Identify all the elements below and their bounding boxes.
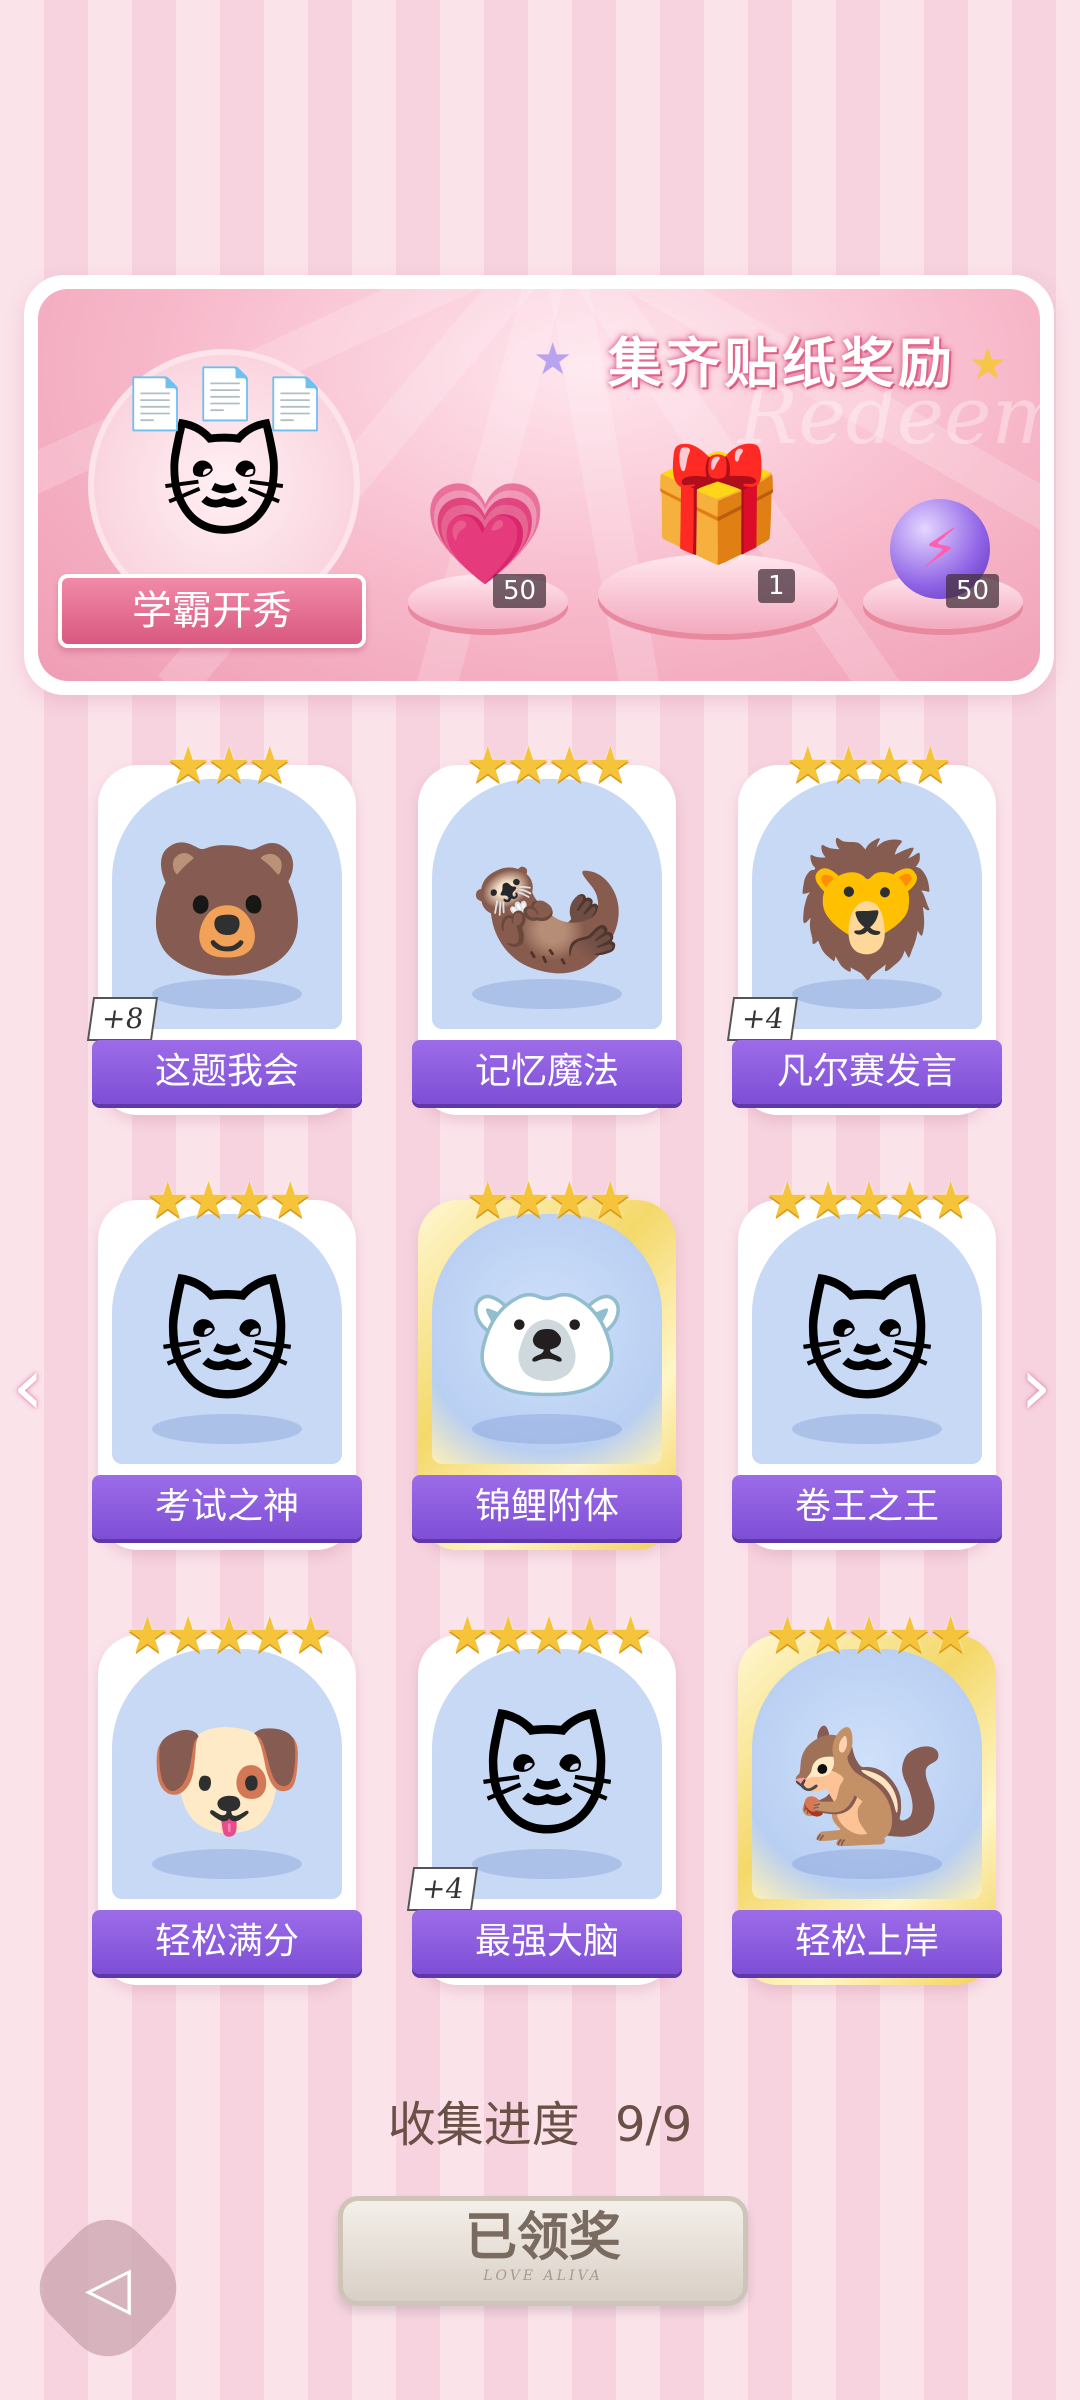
- sticker-art: 🦦: [432, 779, 662, 1029]
- prev-page-arrow-icon[interactable]: ‹: [12, 1340, 44, 1433]
- sticker-character-icon: 🐱: [479, 1703, 615, 1855]
- sticker-label: 轻松上岸: [732, 1910, 1002, 1974]
- back-arrow-icon: ◁: [84, 2253, 132, 2323]
- star-decoration-icon: ★: [533, 334, 573, 385]
- theme-label: 学霸开秀: [132, 588, 292, 634]
- sticker-card[interactable]: 🐱 ★★★★★ 卷王之王: [732, 1170, 1002, 1550]
- progress-label: 收集进度: [387, 2097, 580, 2153]
- item-quantity: 50: [946, 574, 1000, 608]
- reward-banner: Redeem ★ ★ 集齐贴纸奖励 🐱 📄 📄 📄 学霸开秀 💗 50 🎁 1 …: [24, 275, 1054, 695]
- claimed-button-subtext: LOVE ALIVA: [483, 2268, 603, 2284]
- sticker-count-badge: +8: [86, 997, 159, 1041]
- sticker-label: 凡尔赛发言: [732, 1040, 1002, 1104]
- sticker-star-rating: ★★★★: [785, 736, 952, 794]
- sticker-art: 🐻‍❄️: [432, 1214, 662, 1464]
- sticker-star-rating: ★★★★★: [764, 1171, 973, 1229]
- next-page-arrow-icon[interactable]: ›: [1020, 1340, 1052, 1433]
- sticker-label: 记忆魔法: [412, 1040, 682, 1104]
- sticker-art: 🐻: [112, 779, 342, 1029]
- sticker-star-rating: ★★★★: [145, 1171, 312, 1229]
- cat-with-papers-icon: 🐱: [161, 415, 287, 554]
- sticker-card[interactable]: 🐶 ★★★★★ 轻松满分: [92, 1605, 362, 1985]
- sticker-art: 🐶: [112, 1649, 342, 1899]
- sticker-card[interactable]: 🦦 ★★★★ 记忆魔法: [412, 735, 682, 1115]
- sticker-card[interactable]: 🐻‍❄️ ★★★★ 锦鲤附体: [412, 1170, 682, 1550]
- paper-icon: 📄: [124, 375, 187, 433]
- sticker-card[interactable]: 🐱 ★★★★ 考试之神: [92, 1170, 362, 1550]
- sticker-art: 🐱: [752, 1214, 982, 1464]
- sticker-character-icon: 🦁: [786, 833, 948, 985]
- sticker-art: 🐿️: [752, 1649, 982, 1899]
- sticker-character-icon: 🐱: [799, 1268, 935, 1420]
- paper-icon: 📄: [264, 375, 327, 433]
- sticker-label: 锦鲤附体: [412, 1475, 682, 1539]
- sticker-card[interactable]: 🐻 ★★★ +8 这题我会: [86, 735, 362, 1115]
- sticker-label: 考试之神: [92, 1475, 362, 1539]
- sticker-art: 🐱: [432, 1649, 662, 1899]
- sticker-card[interactable]: 🦁 ★★★★ +4 凡尔赛发言: [726, 735, 1002, 1115]
- sticker-label: 轻松满分: [92, 1910, 362, 1974]
- sticker-label: 卷王之王: [732, 1475, 1002, 1539]
- sticker-star-rating: ★★★★★: [124, 1606, 333, 1664]
- paper-icon: 📄: [194, 365, 257, 423]
- reward-banner-background: Redeem ★ ★ 集齐贴纸奖励 🐱 📄 📄 📄 学霸开秀 💗 50 🎁 1 …: [38, 289, 1040, 681]
- sticker-star-rating: ★★★★★: [444, 1606, 653, 1664]
- pink-heart-diamond-icon[interactable]: 💗: [423, 479, 548, 589]
- sticker-star-rating: ★★★: [165, 736, 292, 794]
- claimed-button-label: 已领奖: [464, 2207, 621, 2268]
- progress-value: 9/9: [615, 2097, 693, 2153]
- sticker-character-icon: 🐶: [146, 1703, 308, 1855]
- sticker-card[interactable]: 🐱 ★★★★★ +4 最强大脑: [406, 1605, 682, 1985]
- sticker-count-badge: +4: [406, 1867, 479, 1911]
- sticker-character-icon: 🐱: [159, 1268, 295, 1420]
- sticker-character-icon: 🐿️: [786, 1703, 948, 1855]
- sticker-star-rating: ★★★★★: [764, 1606, 973, 1664]
- sticker-label: 最强大脑: [412, 1910, 682, 1974]
- sticker-star-rating: ★★★★: [465, 1171, 632, 1229]
- sticker-character-icon: 🐻: [146, 833, 308, 985]
- sticker-count-badge: +4: [726, 997, 799, 1041]
- gift-box-icon[interactable]: 🎁: [648, 444, 785, 564]
- sticker-character-icon: 🦦: [466, 833, 628, 985]
- sticker-character-icon: 🐻‍❄️: [466, 1268, 628, 1420]
- collection-progress: 收集进度 9/9: [0, 2085, 1080, 2155]
- reward-title: 集齐贴纸奖励: [608, 332, 956, 395]
- sticker-star-rating: ★★★★: [465, 736, 632, 794]
- sticker-label: 这题我会: [92, 1040, 362, 1104]
- item-quantity: 1: [758, 569, 795, 603]
- sticker-art: 🦁: [752, 779, 982, 1029]
- sticker-card[interactable]: 🐿️ ★★★★★ 轻松上岸: [732, 1605, 1002, 1985]
- sticker-art: 🐱: [112, 1214, 342, 1464]
- item-quantity: 50: [493, 574, 547, 608]
